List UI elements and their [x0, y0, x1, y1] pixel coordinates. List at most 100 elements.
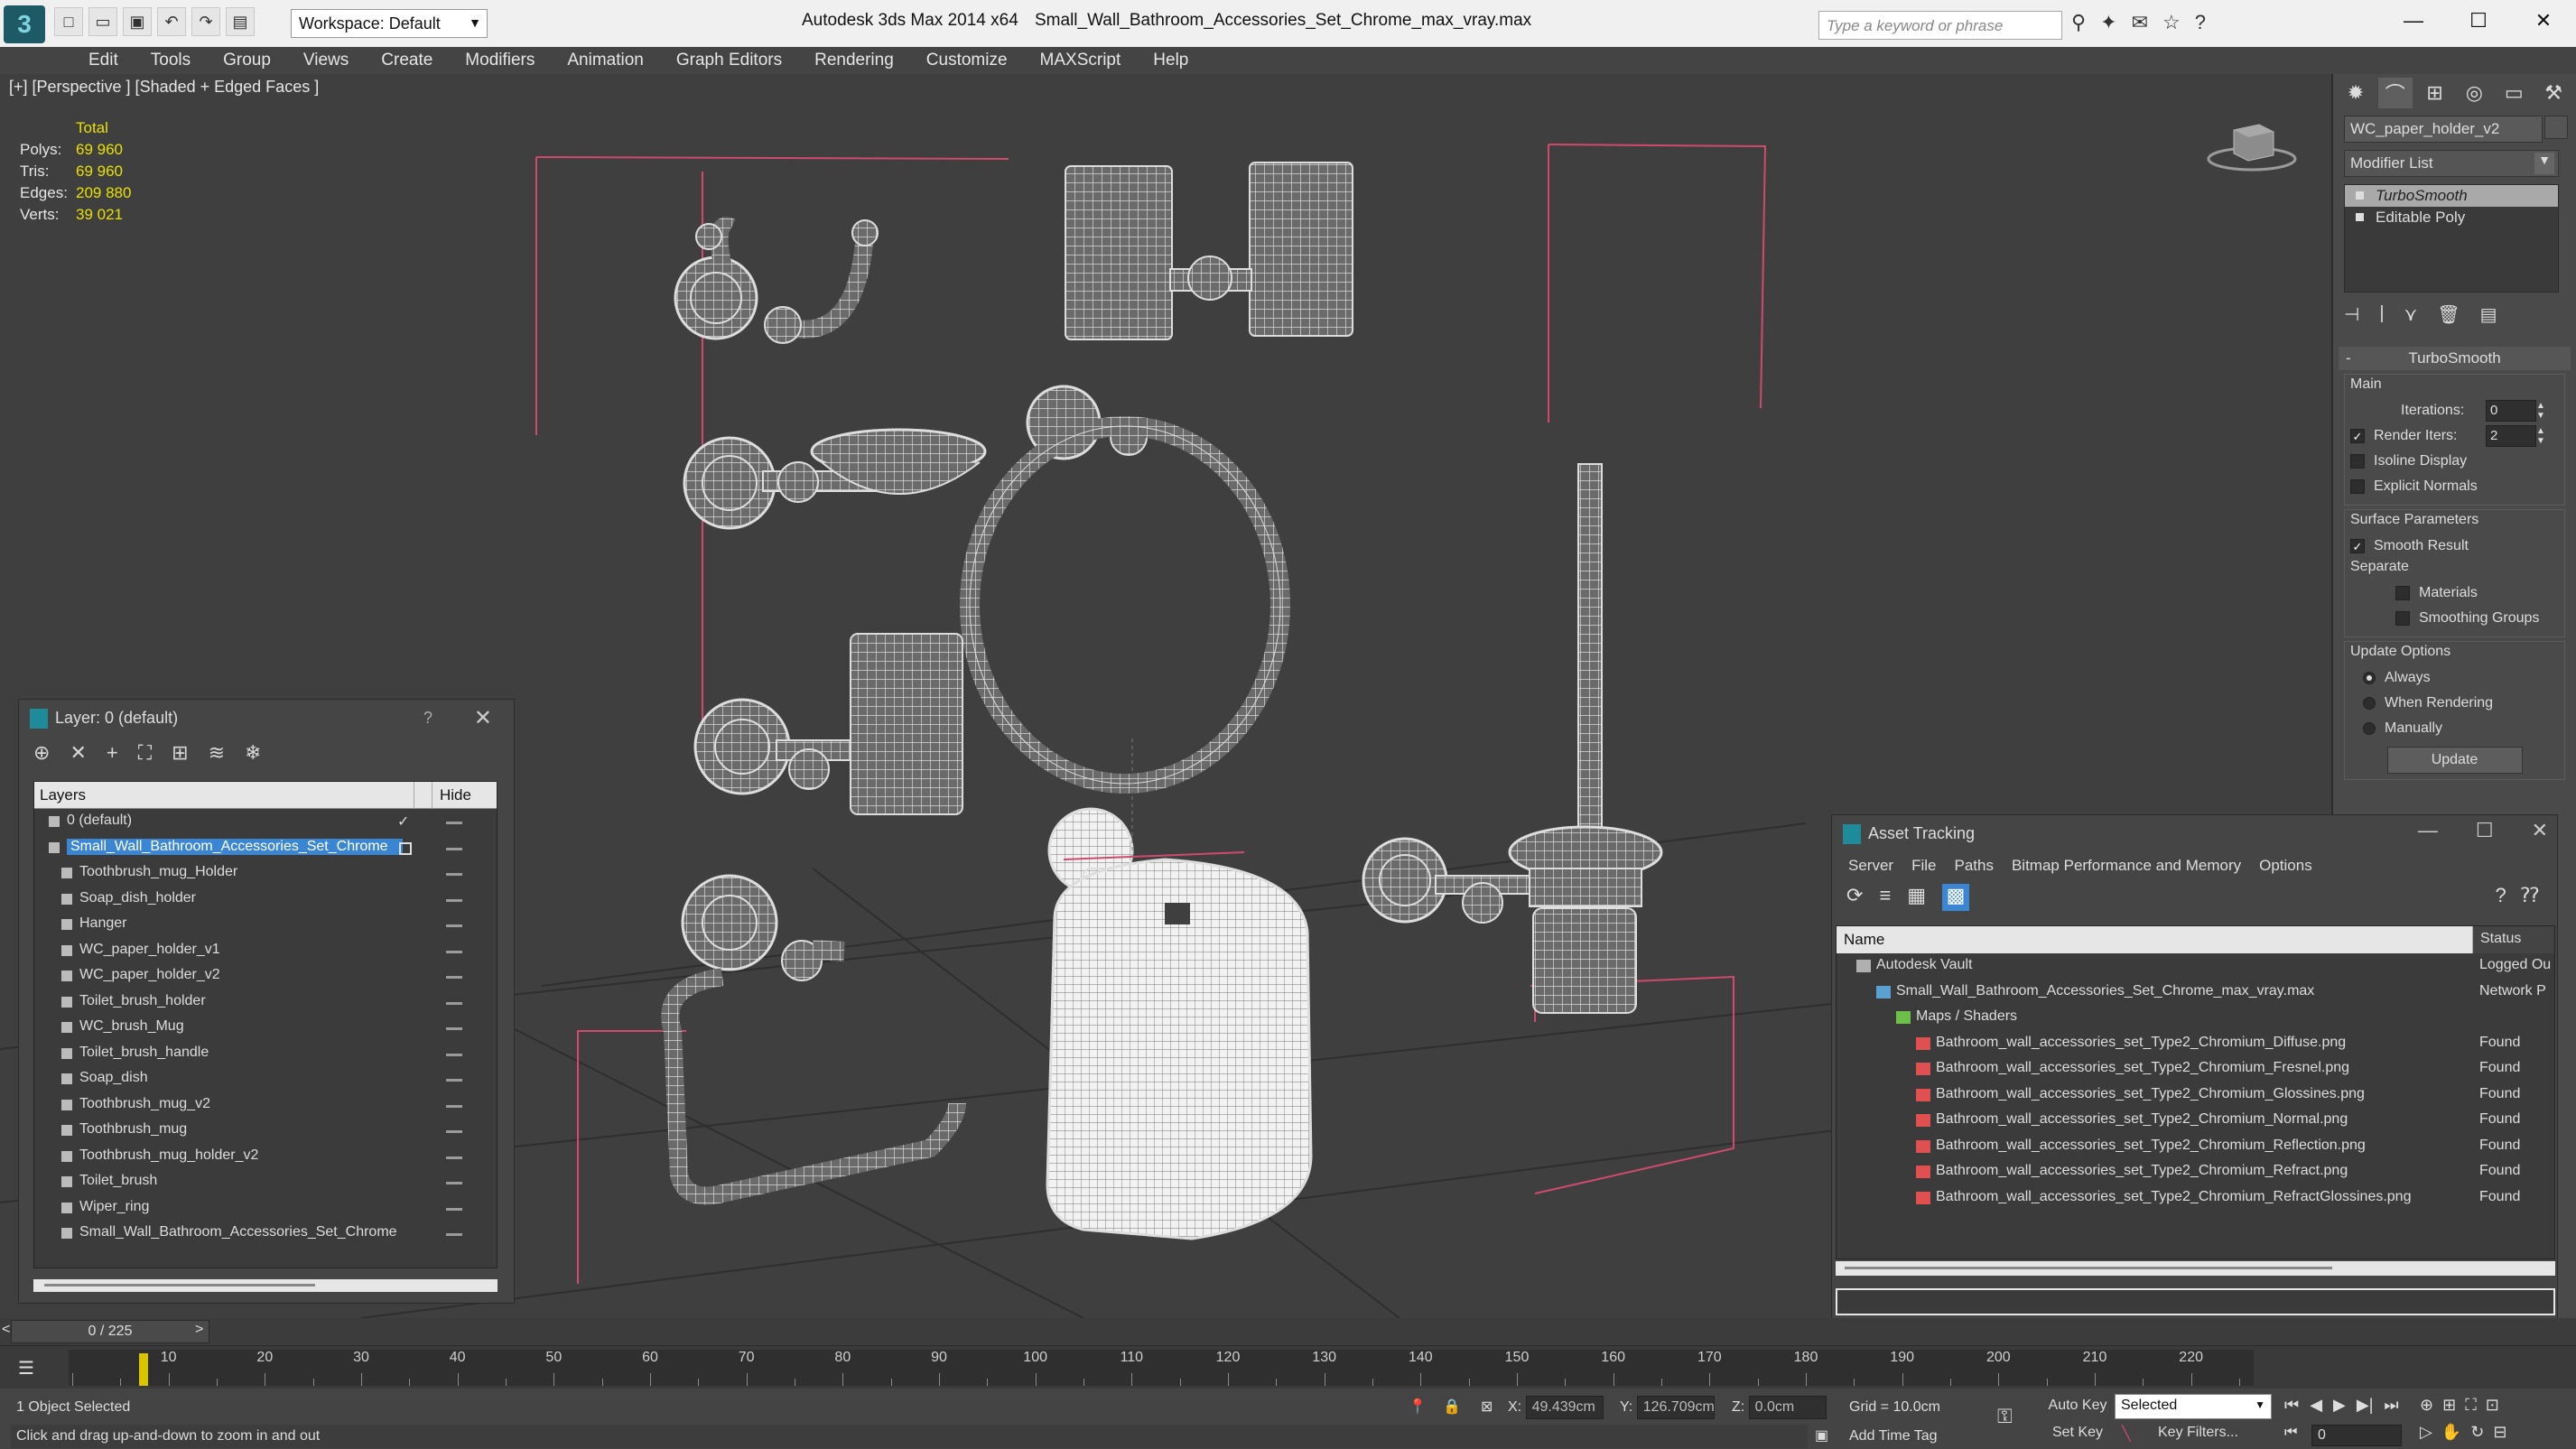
minimize-icon[interactable]: — — [2381, 0, 2446, 42]
layer-row[interactable]: Small_Wall_Bathroom_Accessories_Set_Chro… — [34, 835, 497, 861]
layer-row[interactable]: WC_brush_Mug — [34, 1015, 497, 1041]
pan-icon[interactable]: ✋ — [2441, 1423, 2461, 1442]
play-icon[interactable]: ▶ — [2333, 1396, 2346, 1415]
go-to-end-icon[interactable]: ⏭ — [2384, 1396, 2398, 1415]
smoothing-groups-checkbox[interactable] — [2395, 611, 2410, 626]
zoom-extents-all-icon[interactable]: ⊡ — [2486, 1396, 2499, 1415]
asset-row[interactable]: Small_Wall_Bathroom_Accessories_Set_Chro… — [1837, 980, 2554, 1006]
horizontal-scrollbar[interactable] — [33, 1279, 498, 1292]
object-name-field[interactable]: WC_paper_holder_v2 — [2344, 116, 2543, 143]
asset-menu-paths[interactable]: Paths — [1945, 853, 2002, 880]
asset-row[interactable]: Bathroom_wall_accessories_set_Type2_Chro… — [1837, 1185, 2554, 1212]
maximize-viewport-icon[interactable]: ⊟ — [2493, 1423, 2506, 1442]
display-tab-icon[interactable]: ▭ — [2497, 78, 2531, 108]
hide-toggle[interactable] — [446, 1001, 462, 1005]
object-color-swatch[interactable] — [2544, 116, 2568, 139]
asset-row[interactable]: Bathroom_wall_accessories_set_Type2_Chro… — [1837, 1031, 2554, 1057]
minimize-icon[interactable]: — — [2418, 819, 2438, 842]
layer-row[interactable]: WC_paper_holder_v2 — [34, 963, 497, 989]
prev-frame-icon[interactable]: < — [2, 1322, 10, 1338]
asset-row[interactable]: Bathroom_wall_accessories_set_Type2_Chro… — [1837, 1159, 2554, 1185]
spinner-arrows-icon[interactable]: ▲ ▼ — [2536, 426, 2545, 446]
menu-create[interactable]: Create — [365, 47, 449, 74]
binoculars-icon[interactable]: ⚲ — [2071, 11, 2086, 34]
layer-row[interactable]: Toilet_brush_holder — [34, 989, 497, 1016]
column-header-layers[interactable]: Layers — [40, 786, 86, 803]
menu-modifiers[interactable]: Modifiers — [449, 47, 551, 74]
hide-toggle[interactable] — [446, 873, 462, 876]
hide-toggle[interactable] — [446, 822, 462, 824]
set-key-button[interactable]: Set Key — [2046, 1425, 2109, 1441]
modifier-list-dropdown[interactable]: Modifier List ▼ — [2344, 150, 2559, 177]
redo-icon[interactable]: ↷ — [191, 7, 220, 36]
close-icon[interactable]: ✕ — [474, 705, 492, 731]
hide-toggle[interactable] — [446, 1156, 462, 1159]
open-file-icon[interactable]: ▭ — [88, 7, 117, 36]
layer-row[interactable]: Soap_dish_holder — [34, 887, 497, 913]
turbosmooth-rollout-header[interactable]: TurboSmooth — [2339, 347, 2571, 370]
hide-toggle[interactable] — [446, 950, 462, 953]
layer-row[interactable]: Wiper_ring — [34, 1195, 497, 1221]
show-end-result-icon[interactable]: | — [2379, 303, 2384, 329]
hide-toggle[interactable] — [446, 924, 462, 927]
hide-toggle[interactable] — [446, 1182, 462, 1184]
freeze-all-layers-icon[interactable]: ❄ — [245, 741, 261, 766]
layer-row[interactable]: Toilet_brush — [34, 1169, 497, 1195]
key-filters-button[interactable]: Key Filters... — [2158, 1425, 2238, 1441]
remove-modifier-icon[interactable]: 🗑 — [2437, 303, 2460, 329]
layer-row[interactable]: Small_Wall_Bathroom_Accessories_Set_Chro… — [34, 1221, 497, 1247]
motion-tab-icon[interactable]: ◎ — [2457, 78, 2491, 108]
search-input[interactable]: Type a keyword or phrase — [1818, 11, 2062, 40]
go-to-start-icon[interactable]: ⏮ — [2284, 1396, 2299, 1415]
isoline-checkbox[interactable] — [2350, 454, 2365, 469]
help-icon[interactable]: ? — [2495, 884, 2506, 907]
undo-icon[interactable]: ↶ — [157, 7, 186, 36]
create-layer-icon[interactable]: ⊕ — [33, 741, 50, 766]
menu-rendering[interactable]: Rendering — [798, 47, 910, 74]
lock-selection-icon[interactable]: 🔒 — [1443, 1398, 1461, 1416]
column-header-status[interactable]: Status — [2472, 926, 2554, 953]
column-header-hide[interactable]: Hide — [432, 782, 479, 809]
z-value-field[interactable]: 0.0cm — [1748, 1396, 1827, 1419]
menu-edit[interactable]: Edit — [72, 47, 135, 74]
current-frame-field[interactable]: 0 — [2311, 1425, 2402, 1446]
menu-customize[interactable]: Customize — [910, 47, 1024, 74]
layer-row[interactable]: Soap_dish — [34, 1066, 497, 1092]
menu-tools[interactable]: Tools — [135, 47, 207, 74]
materials-checkbox[interactable] — [2395, 586, 2410, 600]
refresh-icon[interactable]: ⟳ — [1846, 884, 1863, 911]
new-file-icon[interactable]: □ — [54, 7, 83, 36]
key-mode-icon[interactable]: ⏮ — [2284, 1425, 2297, 1441]
menu-group[interactable]: Group — [207, 47, 287, 74]
y-value-field[interactable]: 126.709cm — [1636, 1396, 1715, 1419]
list-view-icon[interactable]: ≡ — [1879, 884, 1891, 911]
render-iters-spinner[interactable]: 2 — [2486, 425, 2536, 447]
viewport-label[interactable]: [+] [Perspective ] [Shaded + Edged Faces… — [9, 78, 319, 97]
menu-views[interactable]: Views — [287, 47, 365, 74]
add-to-layer-icon[interactable]: + — [107, 741, 118, 766]
menu-maxscript[interactable]: MAXScript — [1024, 47, 1138, 74]
asset-menu-bitmap-performance[interactable]: Bitmap Performance and Memory — [2003, 853, 2250, 880]
add-time-tag[interactable]: Add Time Tag — [1849, 1428, 1938, 1444]
app-logo-icon[interactable]: 3 — [4, 5, 45, 43]
maximize-icon[interactable]: ☐ — [2446, 0, 2511, 42]
menu-help[interactable]: Help — [1137, 47, 1204, 74]
hide-toggle[interactable] — [446, 1053, 462, 1056]
hierarchy-tab-icon[interactable]: ⊞ — [2418, 78, 2452, 108]
workspace-dropdown[interactable]: Workspace: Default ▼ — [291, 9, 488, 38]
set-current-layer-icon[interactable] — [399, 841, 412, 855]
help-icon[interactable]: ? — [2195, 11, 2206, 34]
hide-toggle[interactable] — [446, 1104, 462, 1108]
modify-tab-icon[interactable]: ⌒ — [2377, 78, 2413, 108]
configure-sets-icon[interactable]: ▤ — [2480, 303, 2497, 329]
manually-radio[interactable] — [2363, 722, 2376, 735]
hide-all-layers-icon[interactable]: ≋ — [209, 741, 225, 766]
key-set-dropdown[interactable]: Selected ▼ — [2115, 1394, 2272, 1419]
hide-toggle[interactable] — [446, 976, 462, 979]
context-help-icon[interactable]: ⁇ — [2521, 884, 2539, 907]
layer-row[interactable]: Toothbrush_mug_Holder — [34, 860, 497, 887]
when-rendering-radio[interactable] — [2363, 697, 2376, 710]
asset-row[interactable]: Bathroom_wall_accessories_set_Type2_Chro… — [1837, 1056, 2554, 1082]
explicit-normals-checkbox[interactable] — [2350, 479, 2365, 494]
asset-row[interactable]: Bathroom_wall_accessories_set_Type2_Chro… — [1837, 1134, 2554, 1160]
